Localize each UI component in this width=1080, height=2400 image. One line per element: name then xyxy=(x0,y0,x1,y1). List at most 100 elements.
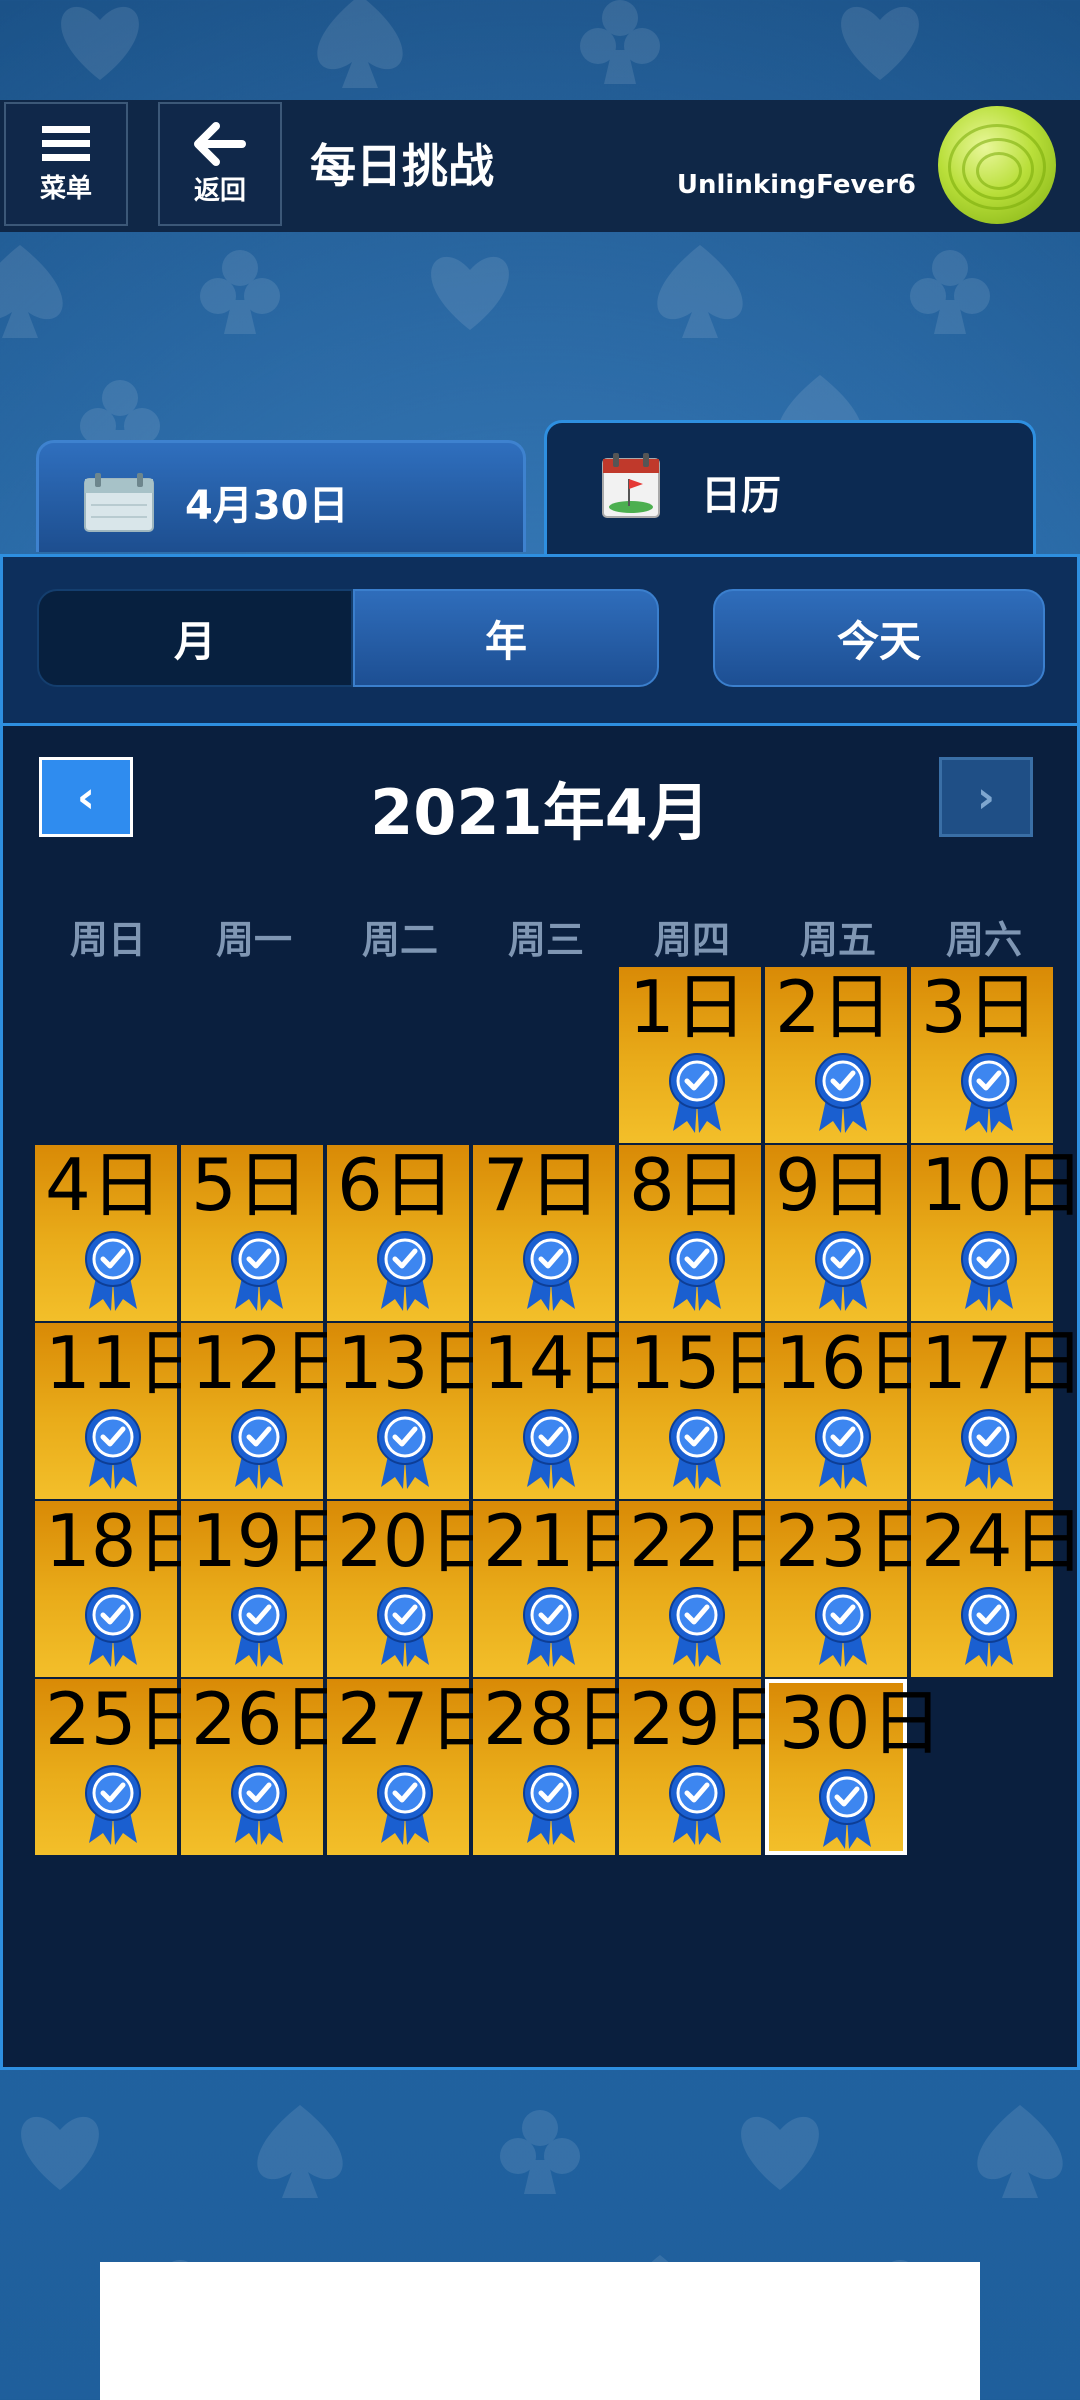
ribbon-badge-icon xyxy=(817,1767,877,1851)
ribbon-badge-icon xyxy=(229,1585,289,1669)
day-number: 3日 xyxy=(921,965,1039,1049)
day-cell[interactable]: 3日 xyxy=(911,967,1053,1143)
day-cell[interactable]: 7日 xyxy=(473,1145,615,1321)
day-cell[interactable]: 17日 xyxy=(911,1323,1080,1499)
day-cell[interactable]: 11日 xyxy=(35,1323,209,1499)
weekday-label: 周日 xyxy=(69,918,146,962)
day-cell[interactable]: 22日 xyxy=(619,1501,793,1677)
day-number: 2日 xyxy=(775,965,893,1049)
day-cell[interactable]: 1日 xyxy=(619,967,761,1143)
day-number: 10日 xyxy=(921,1143,1080,1227)
day-cell[interactable]: 8日 xyxy=(619,1145,761,1321)
top-bar: 菜单 返回 每日挑战 UnlinkingFever6 xyxy=(0,100,1080,232)
ribbon-badge-icon xyxy=(375,1585,435,1669)
day-number: 7日 xyxy=(483,1143,601,1227)
day-cell[interactable]: 15日 xyxy=(619,1323,793,1499)
ribbon-badge-icon xyxy=(83,1585,143,1669)
ribbon-badge-icon xyxy=(83,1229,143,1313)
back-arrow-icon xyxy=(194,121,246,166)
ribbon-badge-icon xyxy=(229,1407,289,1491)
day-cell[interactable]: 25日 xyxy=(35,1679,209,1855)
menu-button[interactable]: 菜单 xyxy=(4,102,128,226)
calendar-icon xyxy=(84,473,154,532)
day-cell[interactable]: 12日 xyxy=(181,1323,355,1499)
year-view-button[interactable]: 年 xyxy=(353,589,659,687)
tab-calendar[interactable]: 日历 xyxy=(544,420,1036,556)
ribbon-badge-icon xyxy=(813,1051,873,1135)
day-cell[interactable]: 27日 xyxy=(327,1679,501,1855)
day-cell[interactable]: 10日 xyxy=(911,1145,1080,1321)
ribbon-badge-icon xyxy=(813,1585,873,1669)
page-title: 每日挑战 xyxy=(310,139,494,193)
weekday-label: 周三 xyxy=(507,918,584,962)
month-title: 2021年4月 xyxy=(370,776,710,849)
avatar[interactable] xyxy=(938,106,1056,224)
ribbon-badge-icon xyxy=(667,1407,727,1491)
ribbon-badge-icon xyxy=(375,1763,435,1847)
ribbon-badge-icon xyxy=(813,1407,873,1491)
tab-date[interactable]: 4月30日 xyxy=(36,440,526,552)
ribbon-badge-icon xyxy=(959,1585,1019,1669)
weekday-label: 周五 xyxy=(799,918,876,962)
day-cell[interactable]: 21日 xyxy=(473,1501,647,1677)
day-cell[interactable]: 4日 xyxy=(35,1145,177,1321)
ribbon-badge-icon xyxy=(83,1407,143,1491)
day-number: 8日 xyxy=(629,1143,747,1227)
ribbon-badge-icon xyxy=(521,1229,581,1313)
day-number: 5日 xyxy=(191,1143,309,1227)
today-button[interactable]: 今天 xyxy=(713,589,1045,687)
day-cell[interactable]: 18日 xyxy=(35,1501,209,1677)
day-cell[interactable]: 29日 xyxy=(619,1679,793,1855)
weekday-label: 周六 xyxy=(945,918,1022,962)
ribbon-badge-icon xyxy=(521,1585,581,1669)
day-number: 4日 xyxy=(45,1143,163,1227)
ribbon-badge-icon xyxy=(229,1763,289,1847)
ribbon-badge-icon xyxy=(521,1407,581,1491)
day-cell[interactable]: 9日 xyxy=(765,1145,907,1321)
day-cell[interactable]: 24日 xyxy=(911,1501,1080,1677)
view-switcher: 月 年 今天 xyxy=(3,557,1077,726)
day-cell[interactable]: 14日 xyxy=(473,1323,647,1499)
day-cell[interactable]: 13日 xyxy=(327,1323,501,1499)
ribbon-badge-icon xyxy=(83,1763,143,1847)
hamburger-icon xyxy=(42,125,90,161)
back-label: 返回 xyxy=(193,175,246,206)
ribbon-badge-icon xyxy=(375,1407,435,1491)
ribbon-badge-icon xyxy=(667,1763,727,1847)
day-cell[interactable]: 23日 xyxy=(765,1501,939,1677)
ribbon-badge-icon xyxy=(813,1229,873,1313)
weekday-label: 周二 xyxy=(361,918,438,962)
ribbon-badge-icon xyxy=(229,1229,289,1313)
tab-date-label: 4月30日 xyxy=(185,483,349,529)
ribbon-badge-icon xyxy=(667,1229,727,1313)
day-cell[interactable]: 6日 xyxy=(327,1145,469,1321)
day-cell[interactable]: 16日 xyxy=(765,1323,939,1499)
ribbon-badge-icon xyxy=(375,1229,435,1313)
ribbon-badge-icon xyxy=(521,1763,581,1847)
day-cell[interactable]: 30日 xyxy=(765,1679,943,1855)
day-number: 24日 xyxy=(921,1499,1080,1583)
ribbon-badge-icon xyxy=(959,1229,1019,1313)
back-button[interactable]: 返回 xyxy=(158,102,282,226)
ad-banner[interactable] xyxy=(100,2262,980,2400)
menu-label: 菜单 xyxy=(39,173,92,204)
ribbon-badge-icon xyxy=(667,1585,727,1669)
weekday-label: 周四 xyxy=(653,918,730,962)
golf-calendar-icon xyxy=(602,453,660,518)
day-cell[interactable]: 20日 xyxy=(327,1501,501,1677)
day-number: 9日 xyxy=(775,1143,893,1227)
day-cell[interactable]: 26日 xyxy=(181,1679,355,1855)
day-cell[interactable]: 28日 xyxy=(473,1679,647,1855)
day-number: 6日 xyxy=(337,1143,455,1227)
month-view-button[interactable]: 月 xyxy=(37,589,353,687)
day-cell[interactable]: 5日 xyxy=(181,1145,323,1321)
tab-calendar-label: 日历 xyxy=(701,473,781,519)
day-cell[interactable]: 19日 xyxy=(181,1501,355,1677)
next-month-button[interactable]: › xyxy=(939,757,1033,837)
ribbon-badge-icon xyxy=(959,1051,1019,1135)
day-number: 1日 xyxy=(629,965,747,1049)
day-number: 17日 xyxy=(921,1321,1080,1405)
day-cell[interactable]: 2日 xyxy=(765,967,907,1143)
username: UnlinkingFever6 xyxy=(676,170,916,200)
ribbon-badge-icon xyxy=(959,1407,1019,1491)
